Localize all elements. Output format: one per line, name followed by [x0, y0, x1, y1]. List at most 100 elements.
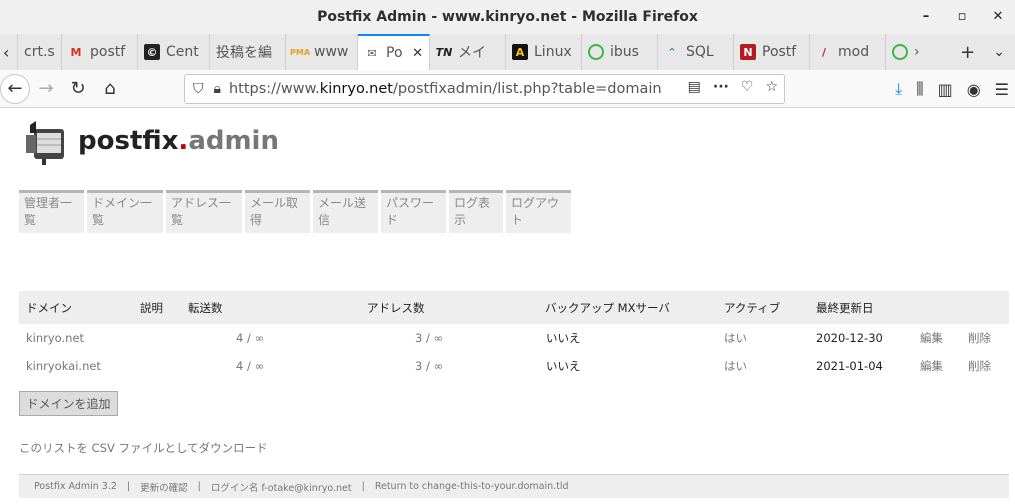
delete-link[interactable]: 削除 [968, 352, 991, 380]
add-domain-button[interactable]: ドメインを追加 [19, 391, 118, 416]
centos-icon: © [144, 44, 160, 60]
footer-return-link[interactable]: Return to change-this-to-your.domain.tld [375, 481, 569, 492]
new-tab-icon[interactable]: + [960, 42, 975, 63]
green-q-icon [892, 44, 908, 60]
menu-item-domain-list[interactable]: ドメイン一覧 [87, 190, 163, 233]
footer-version[interactable]: Postfix Admin 3.2 [34, 481, 117, 492]
tab-item[interactable]: / mod [810, 34, 886, 70]
toolbar-right: ⤓ ⫼ ▥ ◉ ☰ [895, 74, 1009, 104]
url-text[interactable]: https://www.kinryo.net/postfixadmin/list… [229, 81, 662, 97]
arrow-right-icon: → [38, 78, 54, 99]
chevron-right-icon[interactable]: › [914, 44, 920, 60]
mailbox-count[interactable]: 3 / ∞ [415, 352, 443, 380]
col-header-active: アクティブ [724, 300, 781, 315]
menu-item-send-mail[interactable]: メール送信 [313, 190, 378, 233]
footer: Postfix Admin 3.2 | 更新の確認 | ログイン名 f-otak… [19, 474, 1009, 498]
mailbox-count[interactable]: 3 / ∞ [415, 324, 443, 352]
tab-item[interactable]: ⌃ SQL [658, 34, 734, 70]
postfixadmin-logo[interactable]: postfix.admin [22, 117, 279, 165]
url-actions: ▤ ··· ♡ ☆ [688, 79, 778, 95]
chevron-down-icon[interactable]: ⌄ [993, 44, 1005, 60]
tab-item[interactable]: crt.sh [18, 34, 62, 70]
footer-separator: | [361, 481, 365, 492]
edit-link[interactable]: 編集 [920, 324, 943, 352]
shield-icon[interactable]: ⛉ [193, 81, 204, 97]
menu-item-fetch-mail[interactable]: メール取得 [245, 190, 310, 233]
pocket-icon[interactable]: ♡ [741, 79, 754, 95]
reload-button[interactable]: ↻ [62, 73, 94, 105]
col-header-aliases: 転送数 [188, 300, 223, 315]
tab-item[interactable]: Mpostf [62, 34, 138, 70]
linux-icon: A [512, 44, 528, 60]
minimize-icon[interactable]: – [919, 8, 933, 24]
forward-button[interactable]: → [30, 73, 62, 105]
red-n-icon: N [740, 44, 756, 60]
active-toggle[interactable]: はい [724, 324, 747, 352]
menu-item-address-list[interactable]: アドレス一覧 [166, 190, 242, 233]
slash-icon: / [821, 45, 827, 59]
tab-item[interactable]: N Postf [734, 34, 810, 70]
close-icon[interactable]: ✕ [991, 8, 1005, 24]
domain-link[interactable]: kinryokai.net [26, 352, 101, 380]
home-button[interactable]: ⌂ [94, 73, 126, 105]
logo-wordmark: postfix.admin [78, 126, 279, 156]
reader-view-icon[interactable]: ▤ [688, 79, 701, 95]
download-icon[interactable]: ⤓ [895, 79, 902, 99]
page-content: postfix.admin 管理者一覧 ドメイン一覧 アドレス一覧 メール取得 … [0, 109, 1015, 504]
table-header: ドメイン 説明 転送数 アドレス数 バックアップ MXサーバ アクティブ 最終更… [19, 291, 1009, 324]
alias-count[interactable]: 4 / ∞ [236, 352, 264, 380]
url-bar[interactable]: ⛉ 🔒︎ https://www.kinryo.net/postfixadmin… [184, 74, 785, 104]
menu-icon[interactable]: ☰ [995, 80, 1009, 99]
tab-item[interactable]: ibus [582, 34, 658, 70]
lock-icon[interactable]: 🔒︎ [214, 81, 221, 97]
footer-separator: | [126, 481, 131, 492]
modified-date: 2020-12-30 [816, 331, 883, 345]
tab-item-active[interactable]: ✉ Po ✕ [358, 34, 430, 70]
bookmark-star-icon[interactable]: ☆ [765, 79, 778, 95]
delete-link[interactable]: 削除 [968, 324, 991, 352]
backup-mx-value: いいえ [546, 331, 581, 345]
back-button[interactable]: ← [0, 73, 30, 104]
modified-date: 2021-01-04 [816, 359, 883, 373]
library-icon[interactable]: ⫼ [916, 79, 923, 99]
more-actions-icon[interactable]: ··· [713, 79, 729, 95]
postfix-icon: ✉ [367, 46, 377, 60]
window-titlebar: Postfix Admin - www.kinryo.net - Mozilla… [0, 0, 1015, 34]
tab-item[interactable]: © Cent [138, 34, 210, 70]
arrow-left-icon: ← [7, 78, 23, 99]
maximize-icon[interactable]: ▫ [955, 8, 969, 24]
menu-item-view-log[interactable]: ログ表示 [449, 190, 503, 233]
table-row: kinryokai.net 4 / ∞ 3 / ∞ いいえ はい 2021-01… [19, 352, 1009, 380]
table-row: kinryo.net 4 / ∞ 3 / ∞ いいえ はい 2020-12-30… [19, 324, 1009, 352]
tab-item[interactable]: PMA www [286, 34, 358, 70]
col-header-domain: ドメイン [26, 300, 72, 315]
chevron-left-icon[interactable]: ‹ [0, 43, 9, 62]
tab-bar: ‹ crt.sh Mpostf ©Cent 投稿を編 PMAwww ✉Po✕ T… [0, 34, 1015, 70]
menu-item-password[interactable]: パスワード [381, 190, 446, 233]
window-controls: – ▫ ✕ [919, 8, 1005, 24]
main-menu: 管理者一覧 ドメイン一覧 アドレス一覧 メール取得 メール送信 パスワード ログ… [19, 190, 571, 233]
footer-check-updates[interactable]: 更新の確認 [140, 480, 188, 494]
sidebar-icon[interactable]: ▥ [938, 80, 953, 99]
alias-count[interactable]: 4 / ∞ [236, 324, 264, 352]
close-tab-icon[interactable]: ✕ [412, 46, 423, 61]
sql-icon: ⌃ [667, 45, 677, 59]
tab-item[interactable]: 投稿を編 [210, 34, 286, 70]
tab-item[interactable]: TN メイ [430, 34, 506, 70]
tn-icon: TN [435, 45, 453, 59]
domain-link[interactable]: kinryo.net [26, 324, 84, 352]
csv-download-link[interactable]: このリストを CSV ファイルとしてダウンロード [19, 440, 268, 456]
nav-bar: ← → ↻ ⌂ ⛉ 🔒︎ https://www.kinryo.net/post… [0, 70, 1015, 108]
menu-item-admin-list[interactable]: 管理者一覧 [19, 190, 84, 233]
tab-item[interactable]: A Linux [506, 34, 582, 70]
tab-scroll-left[interactable]: ‹ [0, 34, 18, 70]
window-title: Postfix Admin - www.kinryo.net - Mozilla… [317, 9, 698, 25]
col-header-backup-mx: バックアップ MXサーバ [545, 300, 670, 315]
edit-link[interactable]: 編集 [920, 352, 943, 380]
col-header-mailboxes: アドレス数 [367, 300, 425, 315]
account-icon[interactable]: ◉ [967, 80, 981, 99]
backup-mx-value: いいえ [546, 359, 581, 373]
tab-item[interactable]: › [886, 34, 926, 70]
menu-item-logout[interactable]: ログアウト [506, 190, 571, 233]
active-toggle[interactable]: はい [724, 352, 747, 380]
